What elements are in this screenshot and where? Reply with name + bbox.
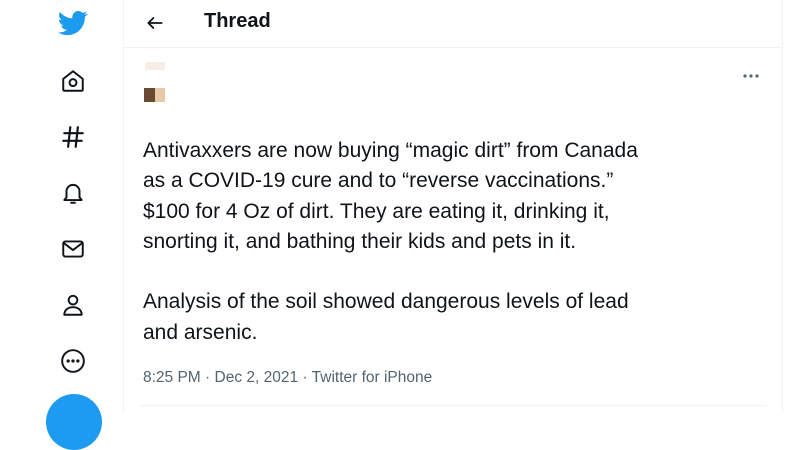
- compose-tweet-icon[interactable]: [46, 394, 102, 450]
- hashtag-icon[interactable]: [50, 114, 96, 160]
- bell-icon[interactable]: [50, 170, 96, 216]
- page-title: Thread: [204, 10, 271, 32]
- mail-icon[interactable]: [50, 226, 96, 272]
- tweet-metadata: 8:25 PM · Dec 2, 2021 · Twitter for iPho…: [143, 368, 432, 388]
- avatar[interactable]: [141, 62, 167, 114]
- arrow-left-icon[interactable]: [140, 8, 170, 38]
- more-circle-icon[interactable]: [50, 338, 96, 384]
- divider: [140, 405, 766, 406]
- tweet-source[interactable]: Twitter for iPhone: [312, 369, 433, 386]
- tweet-text: Antivaxxers are now buying “magic dirt” …: [143, 139, 638, 344]
- thread-header: Thread: [124, 0, 782, 48]
- sidebar-nav: [0, 0, 124, 450]
- tweet-time[interactable]: 8:25 PM: [143, 369, 201, 386]
- more-dots-icon[interactable]: [736, 64, 766, 88]
- twitter-bird-icon[interactable]: [50, 0, 96, 46]
- meta-separator: ·: [205, 369, 211, 386]
- meta-separator: ·: [302, 369, 308, 386]
- profile-icon[interactable]: [50, 282, 96, 328]
- tweet-date[interactable]: Dec 2, 2021: [215, 369, 299, 386]
- home-icon[interactable]: [50, 58, 96, 104]
- thread-column: Thread Antivaxxers are now buying “magic…: [123, 0, 783, 413]
